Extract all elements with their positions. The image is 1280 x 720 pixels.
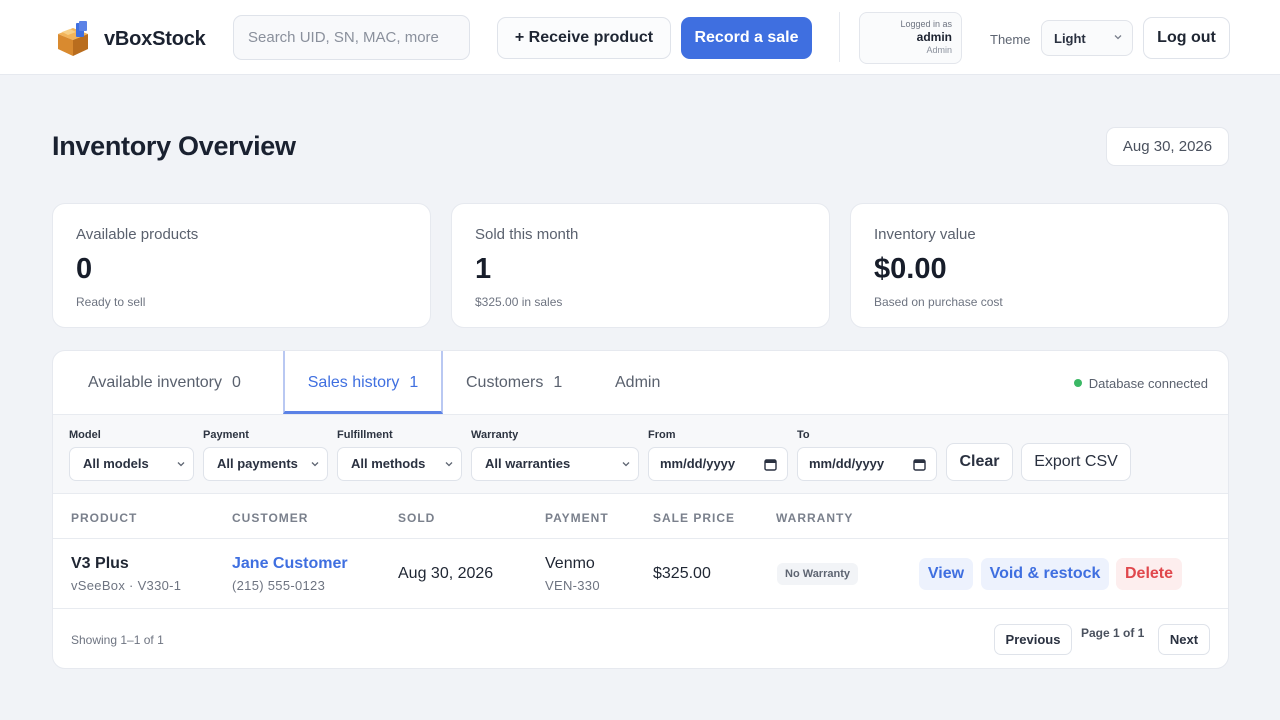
column-header-sale-price: SALE PRICE <box>653 511 736 525</box>
tab-bar: Available inventory 0 Sales history 1 Cust… <box>53 351 1228 414</box>
from-date-input[interactable]: mm/dd/yyyy <box>648 447 788 481</box>
record-sale-button[interactable]: Record a sale <box>681 17 812 59</box>
void-restock-button[interactable]: Void & restock <box>981 558 1109 590</box>
user-info: Logged in as admin Admin <box>859 12 962 64</box>
tab-sales-history[interactable]: Sales history 1 <box>283 351 443 414</box>
tab-admin[interactable]: Admin <box>615 351 660 414</box>
warranty-filter-select[interactable]: All warranties <box>471 447 639 481</box>
stat-card-value: Inventory value $0.00 Based on purchase … <box>850 203 1229 328</box>
stat-card-available: Available products 0 Ready to sell <box>52 203 431 328</box>
to-date-value: mm/dd/yyyy <box>809 456 885 471</box>
column-header-customer: CUSTOMER <box>232 511 309 525</box>
sale-price: $325.00 <box>653 565 711 582</box>
product-model: vSeeBox · V330-1 <box>71 578 182 593</box>
box-logo-icon <box>54 20 92 58</box>
database-status: Database connected <box>1073 376 1208 391</box>
payment-filter-select[interactable]: All payments <box>203 447 328 481</box>
chevron-down-icon <box>622 462 630 467</box>
user-caption: Logged in as <box>900 19 952 29</box>
tab-label: Sales history <box>307 374 400 391</box>
database-status-text: Database connected <box>1088 376 1208 391</box>
table-row: V3 Plus vSeeBox · V330-1 Jane Customer (… <box>53 539 1228 609</box>
theme-label: Theme <box>990 32 1031 47</box>
table-header: PRODUCT CUSTOMER SOLD PAYMENT SALE PRICE… <box>53 494 1228 539</box>
filter-label-warranty: Warranty <box>471 429 519 441</box>
warranty-filter-value: All warranties <box>485 456 571 471</box>
filter-label-to: To <box>797 429 810 441</box>
logout-button[interactable]: Log out <box>1143 17 1230 59</box>
filter-label-from: From <box>648 429 676 441</box>
column-header-sold: SOLD <box>398 511 436 525</box>
from-date-value: mm/dd/yyyy <box>660 456 736 471</box>
tab-customers[interactable]: Customers 1 <box>466 351 562 414</box>
tab-label: Customers <box>466 374 544 391</box>
filter-bar: Model All models Payment All payments Fu… <box>53 414 1228 494</box>
payment-filter-value: All payments <box>217 456 298 471</box>
chevron-down-icon <box>177 462 185 467</box>
filter-label-payment: Payment <box>203 429 249 441</box>
export-csv-button[interactable]: Export CSV <box>1021 443 1131 481</box>
search-input[interactable] <box>233 15 470 60</box>
stat-label: Available products <box>76 226 199 243</box>
stat-subtext: $325.00 in sales <box>475 295 563 309</box>
payment-method: Venmo <box>545 555 595 572</box>
tab-count: 0 <box>232 374 241 391</box>
previous-page-button[interactable]: Previous <box>994 624 1072 655</box>
chevron-down-icon <box>1114 35 1122 40</box>
fulfillment-filter-value: All methods <box>351 456 426 471</box>
model-filter-select[interactable]: All models <box>69 447 194 481</box>
status-dot-icon <box>1073 379 1082 387</box>
sold-date: Aug 30, 2026 <box>398 565 494 582</box>
page-info: Page 1 of 1 <box>1081 626 1145 640</box>
user-name: admin <box>916 30 952 44</box>
calendar-icon[interactable] <box>913 458 926 471</box>
filter-label-model: Model <box>69 429 101 441</box>
showing-count: Showing 1–1 of 1 <box>71 633 164 647</box>
payment-reference: VEN-330 <box>545 578 600 593</box>
to-date-input[interactable]: mm/dd/yyyy <box>797 447 937 481</box>
stat-value: 0 <box>76 253 93 285</box>
chevron-down-icon <box>311 462 319 467</box>
view-button[interactable]: View <box>919 558 973 590</box>
stat-label: Inventory value <box>874 226 976 243</box>
stat-subtext: Ready to sell <box>76 295 146 309</box>
user-role: Admin <box>926 45 952 55</box>
brand-name: vBoxStock <box>104 28 206 50</box>
sales-panel: Available inventory 0 Sales history 1 Cust… <box>52 350 1229 669</box>
column-header-warranty: WARRANTY <box>776 511 854 525</box>
stat-subtext: Based on purchase cost <box>874 295 1003 309</box>
stat-value: 1 <box>475 253 492 285</box>
filter-label-fulfillment: Fulfillment <box>337 429 393 441</box>
top-bar: vBoxStock + Receive product Record a sal… <box>0 0 1280 75</box>
column-header-payment: PAYMENT <box>545 511 609 525</box>
product-name: V3 Plus <box>71 555 129 572</box>
column-header-product: PRODUCT <box>71 511 138 525</box>
stat-value: $0.00 <box>874 253 947 285</box>
tab-label: Admin <box>615 374 661 391</box>
tab-available-inventory[interactable]: Available inventory 0 <box>88 351 241 414</box>
page-title: Inventory Overview <box>52 131 296 161</box>
customer-link[interactable]: Jane Customer <box>232 555 348 573</box>
next-page-button[interactable]: Next <box>1158 624 1210 655</box>
theme-value: Light <box>1054 31 1086 46</box>
stat-label: Sold this month <box>475 226 579 243</box>
clear-filters-button[interactable]: Clear <box>946 443 1013 481</box>
fulfillment-filter-select[interactable]: All methods <box>337 447 462 481</box>
calendar-icon[interactable] <box>764 458 777 471</box>
theme-select[interactable]: Light <box>1041 20 1133 56</box>
stat-card-sold: Sold this month 1 $325.00 in sales <box>451 203 830 328</box>
receive-product-button[interactable]: + Receive product <box>497 17 671 59</box>
tab-count: 1 <box>553 374 563 391</box>
model-filter-value: All models <box>83 456 149 471</box>
customer-phone: (215) 555-0123 <box>232 578 326 593</box>
chevron-down-icon <box>445 462 453 467</box>
date-badge: Aug 30, 2026 <box>1106 127 1229 166</box>
tab-label: Available inventory <box>88 374 223 391</box>
divider <box>839 12 840 62</box>
warranty-badge: No Warranty <box>777 563 858 585</box>
tab-count: 1 <box>409 374 419 391</box>
delete-button[interactable]: Delete <box>1116 558 1182 590</box>
